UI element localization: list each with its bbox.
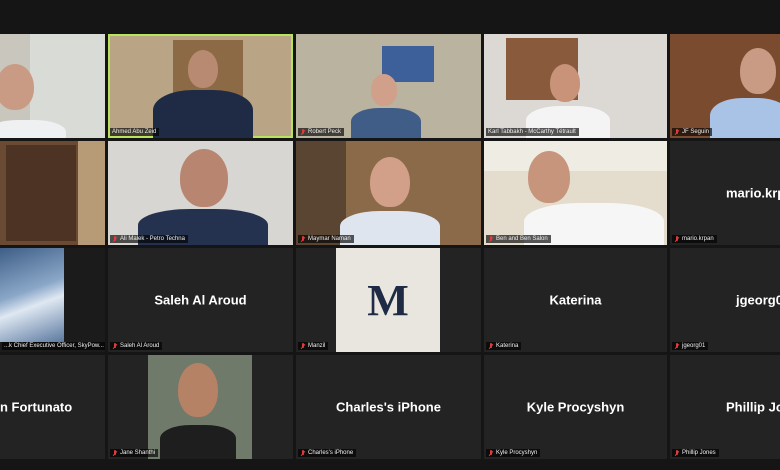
participant-tile-1[interactable]	[0, 34, 105, 138]
bookshelf	[6, 145, 76, 241]
muted-mic-icon	[488, 449, 494, 457]
participant-tile-7[interactable]: Ali Malek - Petro Techna	[108, 141, 293, 245]
participant-tile-13[interactable]: M Manzil	[296, 248, 481, 352]
manzil-logo: M	[336, 248, 440, 352]
participant-display-name: Kyle Procyshyn	[526, 399, 625, 415]
participant-tile-12[interactable]: Saleh Al Aroud Saleh Al Aroud	[108, 248, 293, 352]
muted-mic-icon	[674, 235, 680, 243]
participant-name-label: mario.krpan	[672, 235, 717, 243]
participant-tile-15[interactable]: jgeorg0 jgeorg01	[670, 248, 780, 352]
participant-display-name: jgeorg0	[736, 292, 780, 308]
participant-display-name: Saleh Al Aroud	[154, 292, 247, 308]
muted-mic-icon	[674, 128, 680, 136]
participant-tile-19[interactable]: Kyle Procyshyn Kyle Procyshyn	[484, 355, 667, 459]
participant-name-label: Saleh Al Aroud	[110, 342, 163, 350]
participant-name-label: Ali Malek - Petro Techna	[110, 235, 188, 243]
participant-display-name: Charles's iPhone	[336, 399, 441, 415]
participant-name-label: JF Seguin	[672, 128, 713, 136]
muted-mic-icon	[300, 342, 306, 350]
participant-name-label: Kyle Procyshyn	[486, 449, 541, 457]
muted-mic-icon	[674, 342, 680, 350]
wall-background	[78, 141, 105, 245]
participant-display-name: Katerina	[549, 292, 602, 308]
participant-tile-17[interactable]: Jane Shanthi	[108, 355, 293, 459]
participant-display-name: mario.krp	[726, 185, 780, 201]
participant-display-name: Phillip Jo	[726, 399, 780, 415]
participant-tile-3[interactable]: Robert Peck	[296, 34, 481, 138]
muted-mic-icon	[112, 342, 118, 350]
participant-name-label: Charles's iPhone	[298, 449, 357, 457]
participant-display-name: n Fortunato	[0, 399, 73, 415]
wall-background	[484, 141, 667, 171]
participant-name-label: Manzil	[298, 342, 329, 350]
participant-tile-10[interactable]: mario.krp mario.krpan	[670, 141, 780, 245]
participant-name-label: ...k Chief Executive Officer, SkyPow...	[2, 342, 105, 350]
participant-name-label: Jane Shanthi	[110, 449, 159, 457]
participant-name-label: Maymar Naman	[298, 235, 354, 243]
participant-tile-20[interactable]: Phillip Jo Phillip Jones	[670, 355, 780, 459]
participant-name-label: Ben and Ben Salon	[486, 235, 551, 243]
participant-tile-11[interactable]: ...k Chief Executive Officer, SkyPow...	[0, 248, 105, 352]
muted-mic-icon	[300, 128, 306, 136]
muted-mic-icon	[112, 449, 118, 457]
participant-tile-4[interactable]: Karl Tabbakh - McCarthy Tétrault	[484, 34, 667, 138]
participant-name-label: Karl Tabbakh - McCarthy Tétrault	[486, 128, 579, 136]
participant-tile-16[interactable]: n Fortunato	[0, 355, 105, 459]
muted-mic-icon	[300, 449, 306, 457]
sky-image	[0, 248, 64, 342]
participant-name-label: Katerina	[486, 342, 522, 350]
participant-tile-18[interactable]: Charles's iPhone Charles's iPhone	[296, 355, 481, 459]
muted-mic-icon	[488, 342, 494, 350]
participant-name-label: Ahmed Abu Zeid	[110, 128, 160, 136]
participant-name-label: Robert Peck	[298, 128, 345, 136]
participant-tile-9[interactable]: Ben and Ben Salon	[484, 141, 667, 245]
participant-tile-6[interactable]	[0, 141, 105, 245]
muted-mic-icon	[674, 449, 680, 457]
participant-name-label: jgeorg01	[672, 342, 709, 350]
participant-name-label: Phillip Jones	[672, 449, 719, 457]
wall-background	[296, 141, 346, 245]
muted-mic-icon	[488, 235, 494, 243]
muted-mic-icon	[112, 235, 118, 243]
participant-tile-5[interactable]: JF Seguin	[670, 34, 780, 138]
participant-tile-2[interactable]: Ahmed Abu Zeid	[108, 34, 293, 138]
muted-mic-icon	[300, 235, 306, 243]
participant-tile-14[interactable]: Katerina Katerina	[484, 248, 667, 352]
participant-tile-8[interactable]: Maymar Naman	[296, 141, 481, 245]
